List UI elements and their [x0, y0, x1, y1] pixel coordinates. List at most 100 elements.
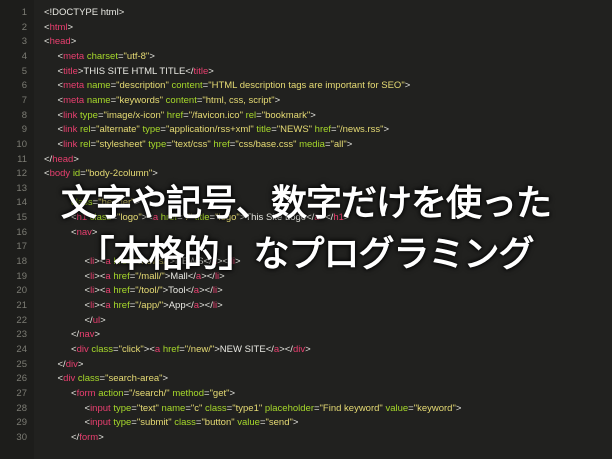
line-number: 5 — [21, 65, 27, 77]
code-token: "image/x-icon" — [103, 109, 165, 121]
code-token: action — [98, 387, 124, 399]
code-token: meta — [63, 80, 85, 92]
code-token: "keywords" — [116, 94, 164, 106]
code-text: <input type="submit" class="button" valu… — [85, 416, 299, 431]
code-token: >< — [143, 343, 155, 355]
code-token: meta — [63, 50, 85, 62]
code-token: media — [299, 138, 325, 150]
code-token: link — [63, 109, 78, 121]
code-token: "click" — [118, 343, 144, 355]
code-token: > — [305, 343, 311, 355]
code-token: link — [63, 138, 78, 150]
code-editor[interactable]: 1 <!DOCTYPE html> 2 <html> 3 <head> 4 <meta cha… — [0, 0, 612, 459]
code-token: "css/base.css" — [235, 138, 297, 150]
code-line: 27 <form action="/search/" method="get"> — [0, 387, 612, 402]
code-token: content — [165, 94, 197, 106]
code-line: 25 </div> — [0, 358, 612, 373]
code-text: <li><a href="/app/">App</a></li> — [85, 299, 223, 314]
code-token: > — [310, 109, 316, 121]
code-token: > — [149, 50, 155, 62]
line-number: 27 — [16, 387, 27, 399]
code-token: "Find keyword" — [319, 402, 383, 414]
code-token: "/app/" — [135, 300, 164, 311]
code-text: </ul> — [85, 314, 106, 329]
code-token: > — [70, 36, 77, 48]
code-text: <link rel="alternate" type="application/… — [58, 123, 390, 138]
code-line: 12 <body id="body-2column"> — [0, 167, 612, 182]
code-token: "utf-8" — [123, 50, 150, 62]
code-token: form — [79, 431, 99, 443]
code-token: "get" — [209, 387, 230, 399]
code-line: 23 </nav> — [0, 328, 612, 343]
code-token: >NEW SITE</ — [214, 343, 274, 355]
line-number: 26 — [16, 373, 27, 385]
code-line: 5 <title>THIS SITE HTML TITLE</title> — [0, 65, 612, 80]
code-token: title — [256, 124, 272, 136]
line-number: 9 — [21, 124, 27, 136]
code-token: >< — [94, 300, 106, 311]
code-token: "/favicon.ico" — [188, 109, 243, 121]
code-token: "c" — [190, 402, 203, 414]
code-token: > — [217, 300, 223, 311]
code-token: class — [205, 402, 227, 414]
code-token: > — [455, 402, 462, 414]
code-text: <div class="search-area"> — [58, 372, 169, 387]
line-number: 23 — [16, 329, 27, 341]
code-token: </ — [71, 329, 80, 341]
code-token: >App</ — [163, 300, 194, 311]
code-text: </div> — [58, 358, 84, 373]
code-line: 8 <link type="image/x-icon" href="/favico… — [0, 109, 612, 124]
code-token: class — [91, 343, 114, 355]
code-token: "keyword" — [413, 402, 456, 414]
code-token: > — [98, 431, 104, 443]
code-token: link — [63, 124, 78, 136]
line-number: 24 — [16, 343, 27, 355]
code-line: 2 <html> — [0, 21, 612, 36]
code-token: method — [172, 387, 204, 399]
code-token: "/new/" — [184, 343, 215, 355]
code-line: 6 <meta name="description" content="HTML … — [0, 79, 612, 94]
code-text: <head> — [44, 35, 76, 50]
code-token: type — [113, 402, 132, 414]
code-token: type — [148, 138, 167, 150]
code-text: <form action="/search/" method="get"> — [71, 387, 235, 402]
code-token: div — [292, 343, 306, 355]
line-number: 1 — [21, 7, 27, 18]
code-token: >< — [94, 285, 106, 297]
code-token: input — [90, 402, 111, 414]
code-token: </ — [71, 431, 80, 443]
code-token: href — [166, 109, 184, 121]
code-text: <div class="click"><a href="/new/">NEW S… — [71, 343, 311, 358]
code-text: <input type="text" name="c" class="type1… — [85, 402, 462, 417]
code-token: div — [65, 358, 78, 370]
code-token: body — [49, 168, 71, 180]
code-token: ></ — [199, 285, 213, 297]
code-token: value — [385, 402, 409, 414]
code-line: 1 <!DOCTYPE html> — [0, 6, 612, 21]
code-token: title — [193, 65, 209, 77]
line-number: 3 — [21, 36, 27, 48]
code-line: 4 <meta charset="utf-8"> — [0, 50, 612, 65]
code-token: > — [162, 373, 169, 385]
code-token: title — [63, 65, 78, 77]
code-text: </head> — [44, 153, 79, 168]
line-number: 30 — [16, 431, 27, 443]
code-token: nav — [79, 329, 95, 341]
code-token: > — [274, 94, 281, 106]
code-token: "search-area" — [105, 373, 163, 385]
line-number: 28 — [16, 402, 27, 414]
line-number: 21 — [16, 300, 27, 311]
code-token: "application/rss+xml" — [165, 124, 254, 136]
code-line: 24 <div class="click"><a href="/new/">NEW… — [0, 343, 612, 358]
code-token: "HTML description tags are important for… — [208, 80, 405, 92]
code-line: 22 </ul> — [0, 314, 612, 329]
code-token: charset — [86, 50, 118, 62]
code-token: </ — [44, 153, 53, 165]
code-token: "stylesheet" — [96, 138, 146, 150]
code-line: 20 <li><a href="/tool/">Tool</a></li> — [0, 284, 612, 299]
code-token: "all" — [330, 138, 347, 150]
code-token: > — [94, 329, 101, 341]
code-token: value — [237, 417, 260, 429]
code-token: > — [208, 65, 214, 77]
code-token: >THIS SITE HTML TITLE</ — [77, 65, 194, 77]
